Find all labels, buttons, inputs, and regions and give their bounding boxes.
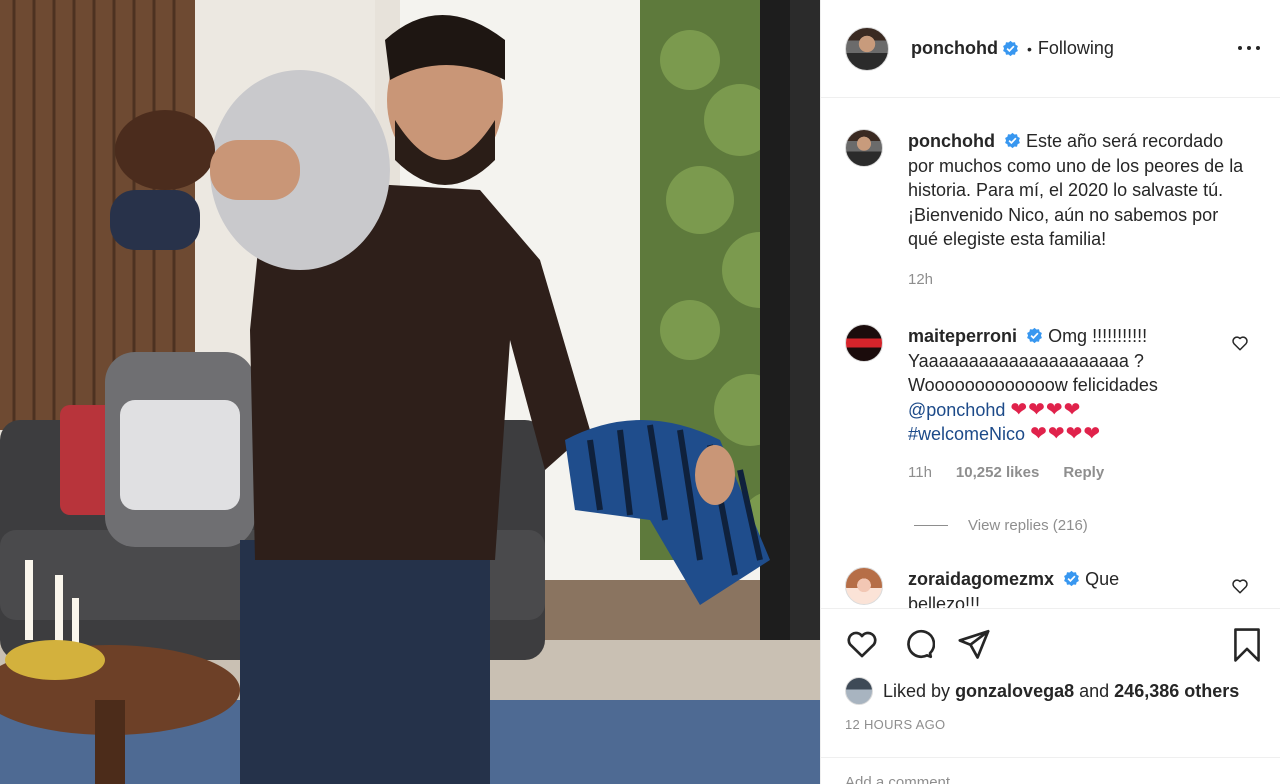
comment-avatar[interactable] [845, 324, 883, 362]
liked-by-and: and [1079, 680, 1110, 701]
caption-item: ponchohd Este año será recordado por muc… [845, 129, 1265, 292]
hearts-emoji: ❤❤❤❤ [1010, 398, 1082, 421]
post-photo-illustration [0, 0, 820, 784]
caption-meta: 12h [908, 268, 1248, 293]
verified-icon [1003, 40, 1018, 57]
caption-avatar[interactable] [845, 129, 883, 167]
post-timestamp[interactable]: 12 HOURS AGO [845, 717, 945, 732]
comment-likes[interactable]: 10,252 likes [956, 461, 1039, 486]
liked-by-avatar[interactable] [845, 677, 873, 705]
liked-by-others[interactable]: 246,386 others [1114, 681, 1239, 702]
author-username[interactable]: ponchohd [911, 38, 998, 59]
comment-username[interactable]: maiteperroni [908, 326, 1017, 346]
post-photo[interactable] [0, 0, 820, 784]
share-icon[interactable] [957, 627, 991, 661]
caption-body: ponchohd Este año será recordado por muc… [908, 129, 1248, 292]
replies-divider [914, 525, 948, 526]
comments-list[interactable]: ponchohd Este año será recordado por muc… [821, 99, 1280, 609]
caption-username[interactable]: ponchohd [908, 131, 995, 151]
comment-text-line1: Omg !!!!!!!!!!! [1048, 326, 1148, 346]
liked-by-user[interactable]: gonzalovega8 [955, 681, 1074, 702]
comment-mention[interactable]: @ponchohd [908, 400, 1005, 420]
add-comment-input[interactable]: Add a comment… [821, 757, 1280, 784]
comment-meta: 11h 10,252 likes Reply [908, 461, 1238, 486]
verified-icon [1064, 570, 1079, 587]
liked-by: Liked by gonzalovega8 and 246,386 others [845, 677, 1239, 705]
view-replies-label: View replies (216) [968, 517, 1088, 534]
comment-item: zoraidagomezmx Que bellezo!!! [845, 567, 1265, 609]
comment-body: maiteperroni Omg !!!!!!!!!!! Yaaaaaaaaaa… [908, 324, 1238, 485]
comment-text-line3: Wooooooooooooow felicidades [908, 375, 1158, 395]
view-replies-button[interactable]: View replies (216) [914, 517, 1088, 534]
post-sidebar: ponchohd • Following ponchohd Este año s… [820, 0, 1280, 784]
verified-icon [1027, 327, 1042, 344]
caption-time[interactable]: 12h [908, 268, 933, 293]
comment-icon[interactable] [901, 627, 935, 661]
verified-icon [1005, 132, 1020, 149]
more-icon[interactable] [1238, 38, 1260, 58]
author-avatar[interactable] [845, 26, 889, 71]
comment-text-cut: bellezo!!! [908, 593, 981, 610]
comment-avatar[interactable] [845, 567, 883, 605]
liked-by-prefix: Liked by [883, 680, 951, 701]
comment-text: Que [1085, 569, 1120, 589]
hearts-emoji: ❤❤❤❤ [1030, 423, 1102, 445]
following-button[interactable]: Following [1038, 38, 1114, 59]
comment-like-heart-icon[interactable] [1231, 334, 1249, 352]
comment-username[interactable]: zoraidagomezmx [908, 569, 1054, 589]
comment-body: zoraidagomezmx Que bellezo!!! [908, 567, 1238, 609]
comment-time[interactable]: 11h [908, 461, 932, 486]
post-actions: Liked by gonzalovega8 and 246,386 others… [821, 608, 1280, 784]
comment-reply-button[interactable]: Reply [1063, 461, 1104, 486]
comment-item: maiteperroni Omg !!!!!!!!!!! Yaaaaaaaaaa… [845, 324, 1265, 485]
comment-text-line2: Yaaaaaaaaaaaaaaaaaaaaa ? [908, 350, 1144, 371]
post-header: ponchohd • Following [821, 0, 1280, 98]
heart-icon[interactable] [845, 627, 879, 661]
separator-dot: • [1026, 40, 1032, 57]
comment-hashtag[interactable]: #welcomeNico [908, 424, 1025, 444]
action-icons [845, 627, 991, 661]
comment-like-heart-icon[interactable] [1231, 577, 1249, 595]
bookmark-icon[interactable] [1231, 627, 1263, 663]
